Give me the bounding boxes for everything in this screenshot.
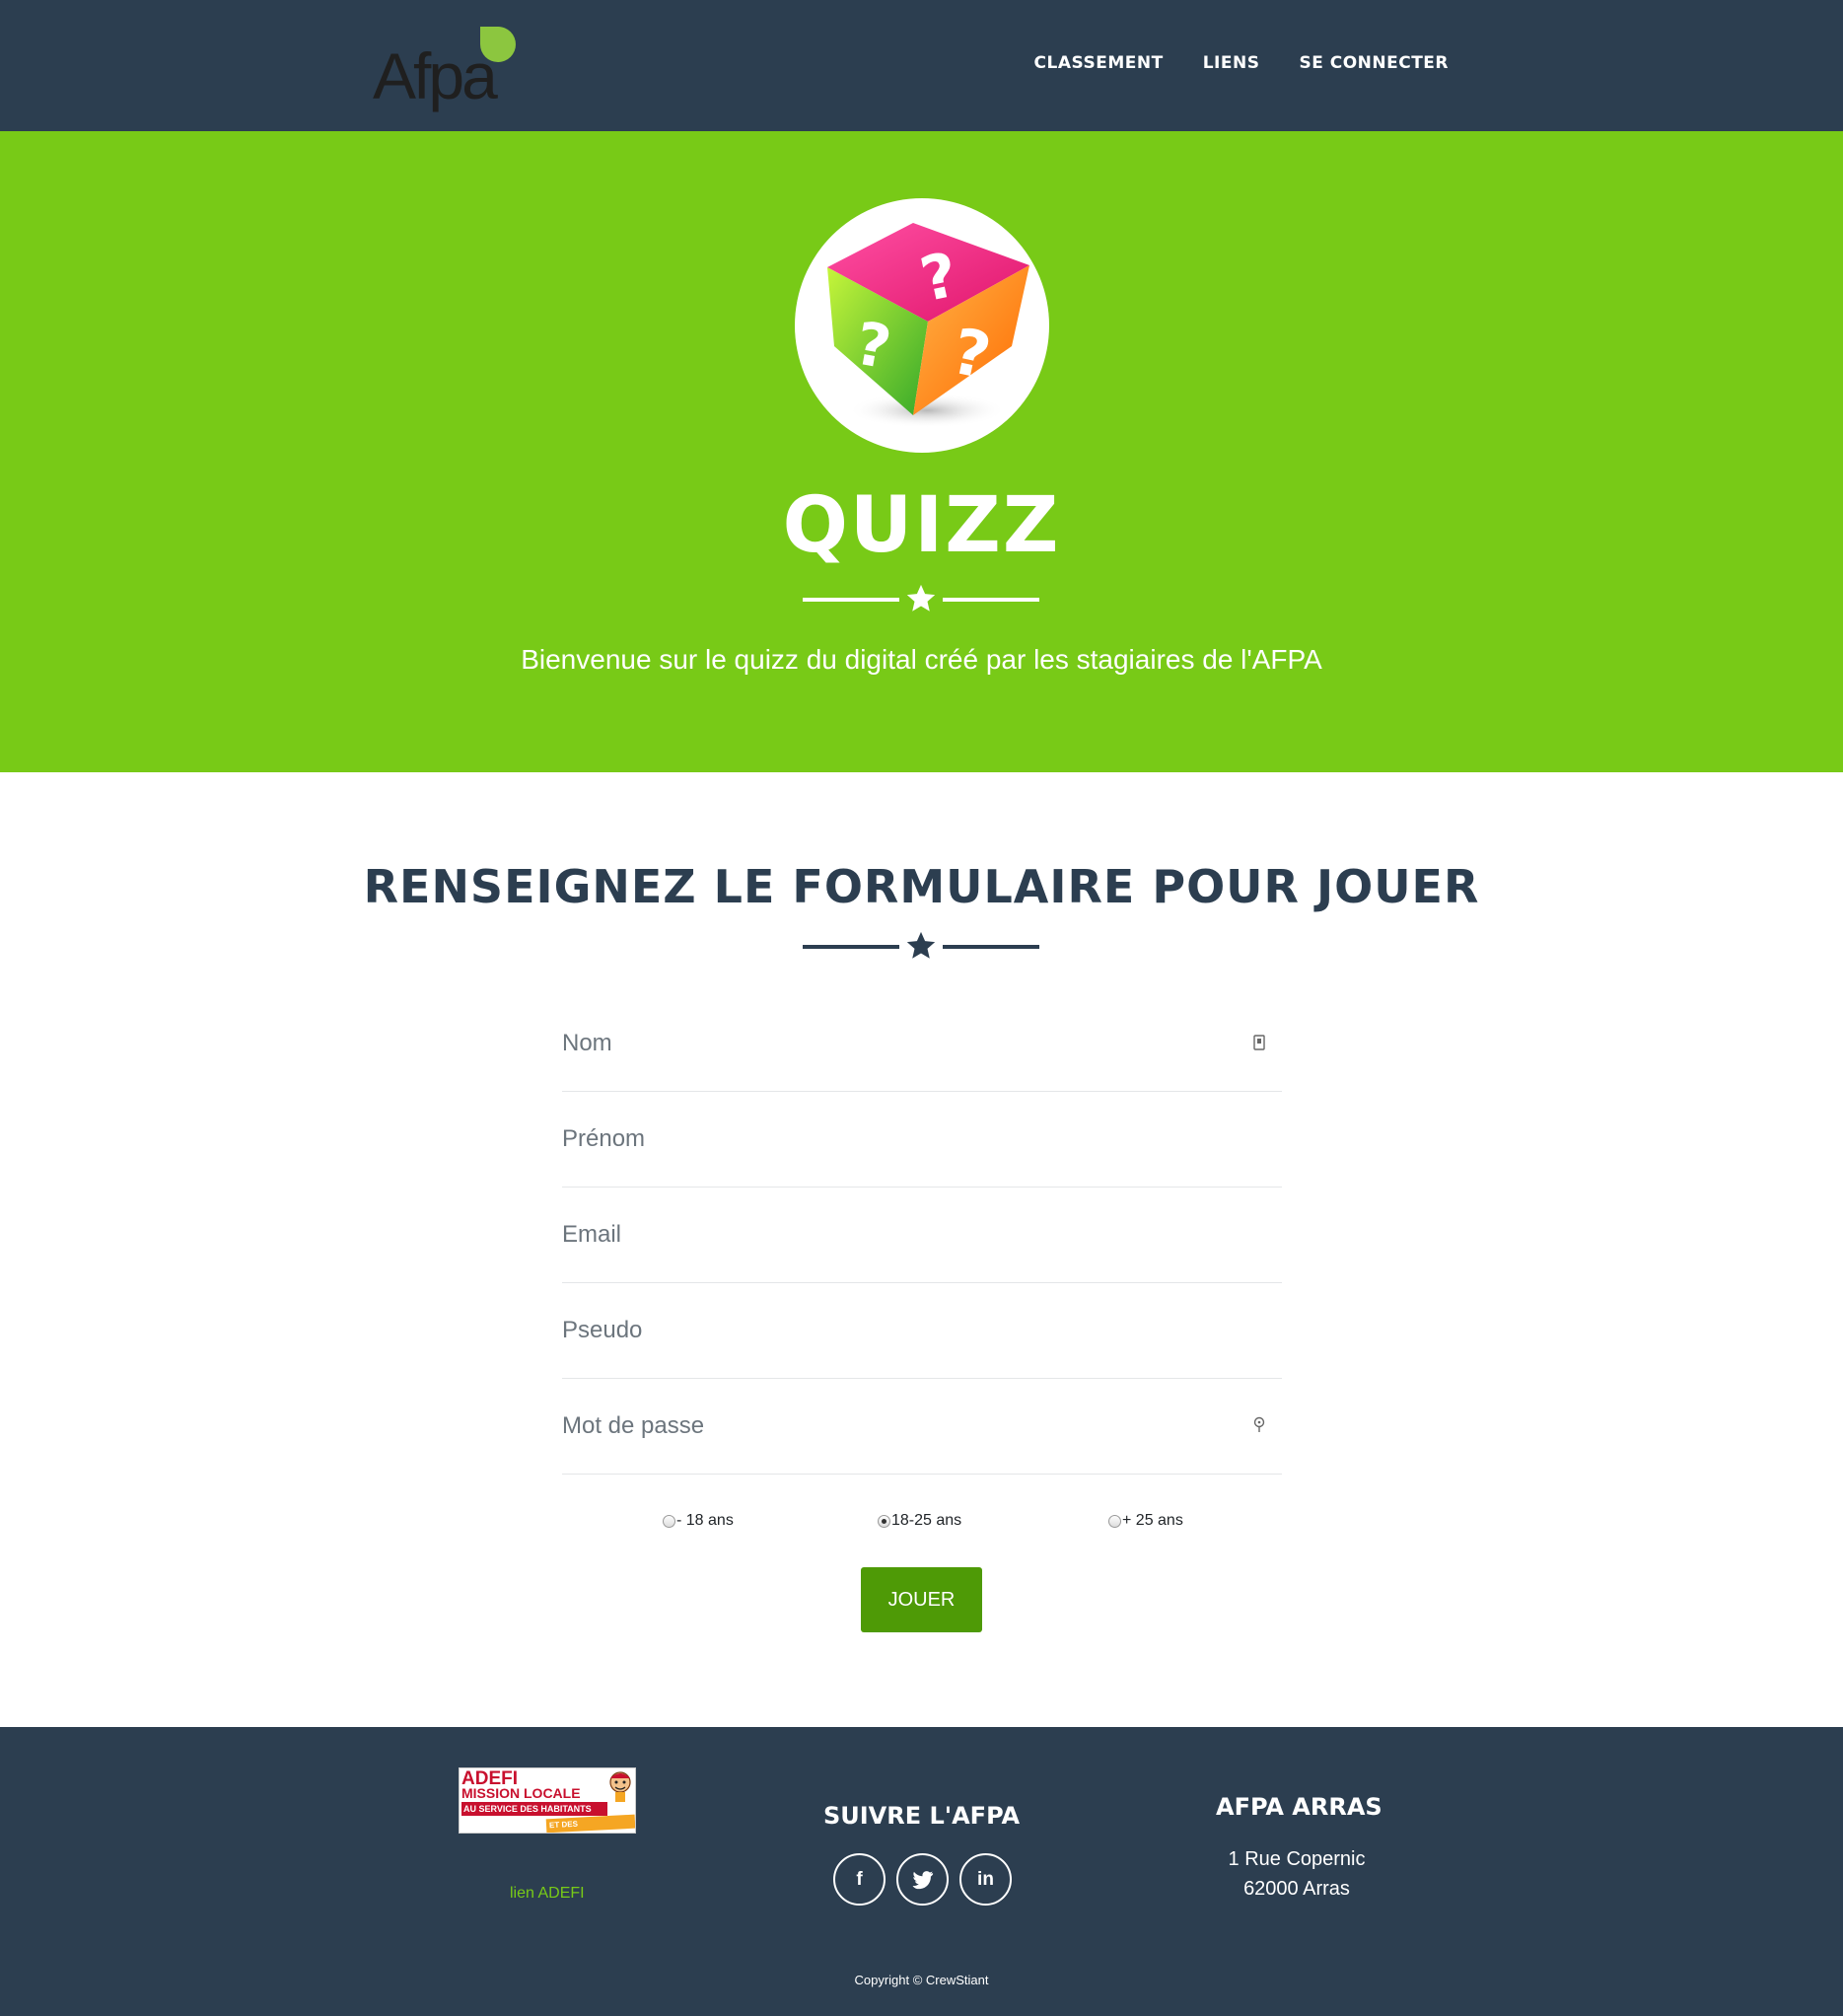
twitter-button[interactable] xyxy=(896,1853,949,1906)
email-field-wrap xyxy=(562,1188,1282,1283)
email-input[interactable] xyxy=(562,1188,1282,1282)
divider-line xyxy=(803,945,899,949)
social-links: f in xyxy=(833,1853,1012,1906)
linkedin-icon: in xyxy=(977,1868,994,1890)
address-title: AFPA ARRAS xyxy=(1216,1793,1382,1821)
logo-text: Afpa xyxy=(373,39,498,112)
pseudo-input[interactable] xyxy=(562,1283,1282,1378)
prenom-input[interactable] xyxy=(562,1092,1282,1187)
address-line: 62000 Arras xyxy=(1243,1878,1350,1900)
nav-link-liens[interactable]: LIENS xyxy=(1203,53,1260,73)
question-cube-icon: ? ? ? xyxy=(795,198,1049,453)
age-option-18-25[interactable]: 18-25 ans xyxy=(878,1512,961,1530)
age-radio-group: - 18 ans 18-25 ans + 25 ans xyxy=(0,1512,1843,1536)
facebook-button[interactable]: f xyxy=(833,1853,886,1906)
linkedin-button[interactable]: in xyxy=(959,1853,1012,1906)
adefi-link[interactable]: lien ADEFI xyxy=(510,1885,585,1903)
nav-link-se-connecter[interactable]: SE CONNECTER xyxy=(1299,53,1449,73)
divider-line xyxy=(803,598,899,602)
copyright: Copyright © CrewStiant xyxy=(854,1973,989,1987)
page-title: QUIZZ xyxy=(782,481,1061,570)
divider-line xyxy=(943,598,1039,602)
afpa-logo[interactable]: Afpa xyxy=(373,26,521,112)
radio-button[interactable] xyxy=(663,1514,675,1528)
radio-label: 18-25 ans xyxy=(891,1512,962,1529)
radio-button-checked[interactable] xyxy=(878,1514,890,1528)
age-option-over-25[interactable]: + 25 ans xyxy=(1108,1512,1183,1530)
autofill-card-icon[interactable] xyxy=(1252,1034,1266,1051)
password-field-wrap xyxy=(562,1379,1282,1475)
star-divider xyxy=(803,929,1039,963)
radio-button[interactable] xyxy=(1108,1514,1121,1528)
facebook-icon: f xyxy=(856,1868,863,1890)
masthead: ? ? ? QUIZZ Bienvenue sur le quizz du di… xyxy=(0,131,1843,772)
prenom-field-wrap xyxy=(562,1092,1282,1188)
masthead-subtitle: Bienvenue sur le quizz du digital créé p… xyxy=(521,644,1322,675)
key-icon[interactable] xyxy=(1252,1416,1266,1434)
navbar: Afpa CLASSEMENT LIENS SE CONNECTER xyxy=(0,0,1843,131)
star-icon xyxy=(906,931,936,959)
twitter-icon xyxy=(912,1870,933,1889)
nom-field-wrap xyxy=(562,996,1282,1092)
radio-label: - 18 ans xyxy=(676,1512,734,1529)
password-input[interactable] xyxy=(562,1379,1282,1474)
pseudo-field-wrap xyxy=(562,1283,1282,1379)
star-divider xyxy=(803,582,1039,615)
star-icon xyxy=(906,584,936,612)
leaf-icon xyxy=(480,27,516,62)
divider-line xyxy=(943,945,1039,949)
mascot-icon xyxy=(609,1771,631,1802)
nav-links: CLASSEMENT LIENS SE CONNECTER xyxy=(1034,53,1449,73)
nav-link-classement[interactable]: CLASSEMENT xyxy=(1034,53,1164,73)
radio-label: + 25 ans xyxy=(1122,1512,1183,1529)
adefi-logo-text: MISSION LOCALE xyxy=(461,1785,581,1801)
address-line: 1 Rue Copernic xyxy=(1228,1848,1366,1870)
form-title: RENSEIGNEZ LE FORMULAIRE POUR JOUER xyxy=(363,860,1480,913)
nom-input[interactable] xyxy=(562,996,1282,1091)
age-option-under-18[interactable]: - 18 ans xyxy=(663,1512,734,1530)
follow-title: SUIVRE L'AFPA xyxy=(822,1802,1021,1830)
play-button[interactable]: JOUER xyxy=(861,1567,982,1632)
